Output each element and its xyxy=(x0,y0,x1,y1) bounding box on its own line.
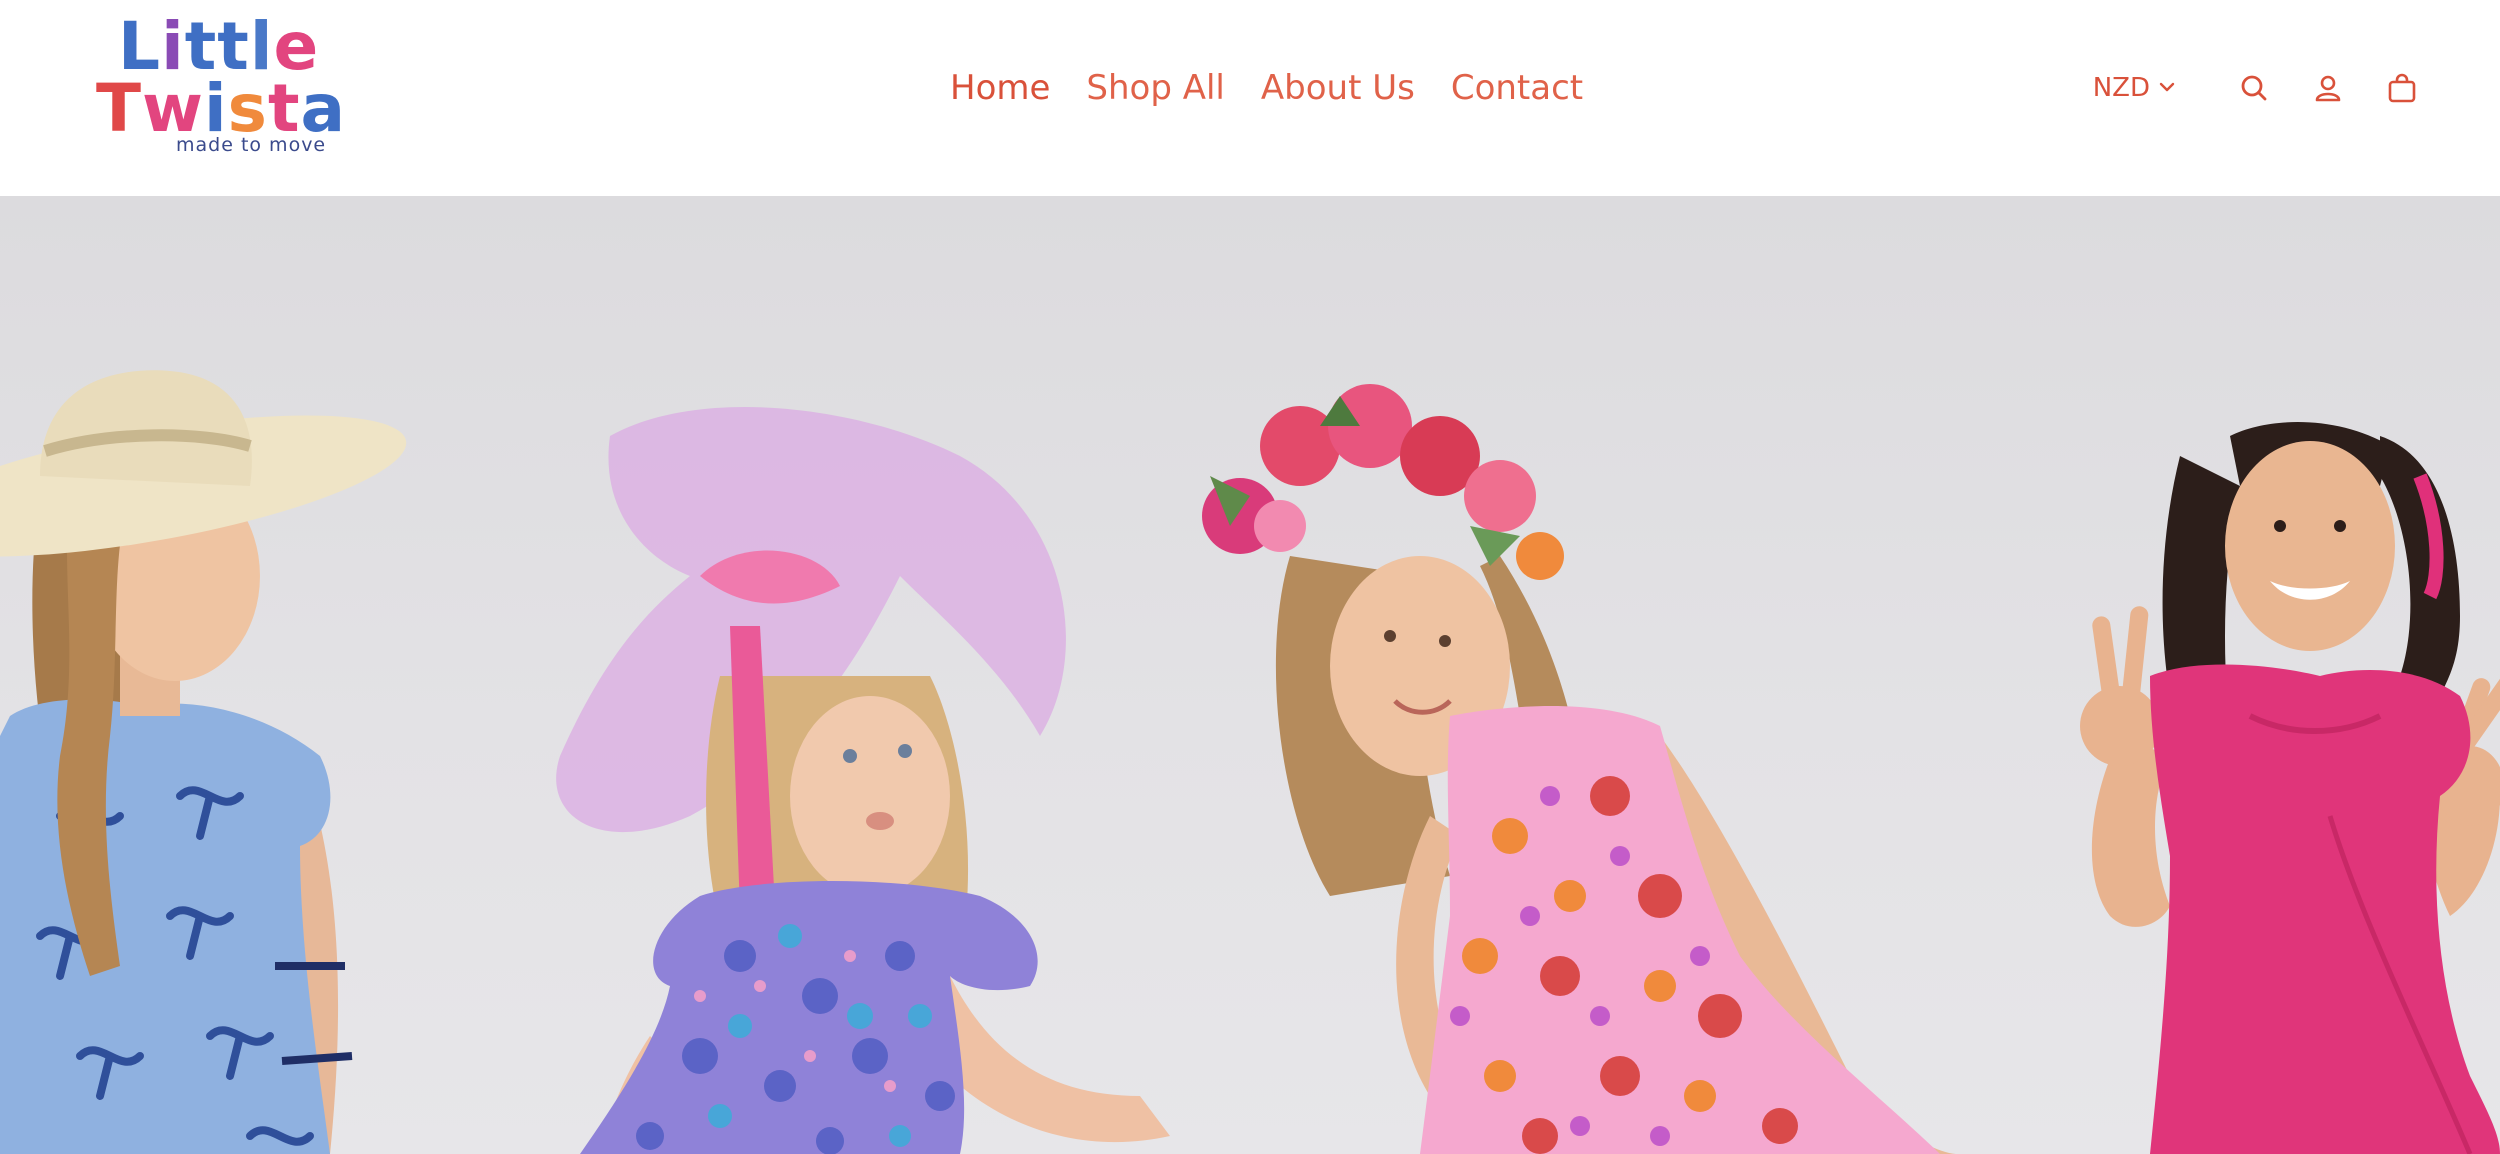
flower-crown xyxy=(1202,384,1564,580)
main-nav: Home Shop All About Us Contact xyxy=(950,60,1583,116)
account-icon xyxy=(2313,73,2343,103)
cart-button[interactable] xyxy=(2374,60,2430,116)
account-button[interactable] xyxy=(2300,60,2356,116)
header-actions: NZD xyxy=(2093,60,2430,116)
nav-about-us[interactable]: About Us xyxy=(1261,68,1415,108)
search-button[interactable] xyxy=(2226,60,2282,116)
site-header: Little Twista made to move Home Shop All… xyxy=(0,0,2500,196)
nav-contact[interactable]: Contact xyxy=(1451,68,1583,108)
brand-logo[interactable]: Little Twista made to move xyxy=(92,10,345,160)
nav-shop-all[interactable]: Shop All xyxy=(1086,68,1224,108)
logo-word-twista: Twista xyxy=(96,70,347,147)
girl-blue-dress xyxy=(0,370,407,1154)
girl-magenta-dress xyxy=(2080,422,2500,1154)
search-icon xyxy=(2239,73,2269,103)
girl-pink-floral-dress xyxy=(1202,384,1960,1154)
chevron-down-icon xyxy=(2158,73,2176,103)
logo-tagline: made to move xyxy=(176,134,327,156)
hero-banner xyxy=(0,196,2500,1154)
currency-selector[interactable]: NZD xyxy=(2093,73,2176,103)
girl-purple-floral-dress xyxy=(556,407,1170,1154)
hero-image xyxy=(0,370,2500,1154)
cart-icon xyxy=(2386,72,2418,104)
nav-home[interactable]: Home xyxy=(950,68,1050,108)
currency-label: NZD xyxy=(2092,73,2150,103)
